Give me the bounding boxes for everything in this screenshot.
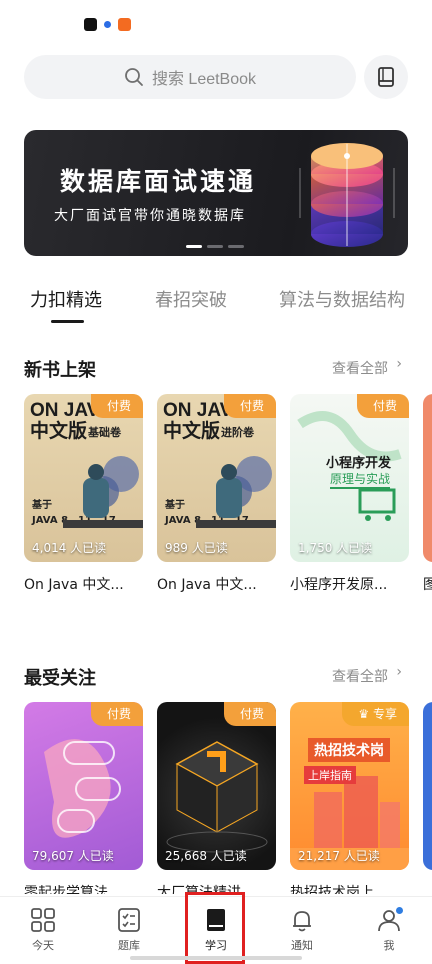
nav-notifications[interactable]: 通知 xyxy=(272,907,332,959)
tab-algorithms[interactable]: 算法与数据结构 xyxy=(279,286,405,312)
tiktok-icon xyxy=(84,18,97,31)
home-indicator xyxy=(130,956,302,960)
reader-count: 21,217 人已读 xyxy=(298,849,380,863)
reader-count: 25,668 人已读 xyxy=(165,849,247,863)
nav-profile[interactable]: 我 xyxy=(359,907,419,959)
book-title-peek[interactable]: 图 xyxy=(423,574,432,594)
app-notification-icon xyxy=(118,18,131,31)
cover-illustration xyxy=(290,776,409,870)
banner-title: 数据库面试速通 xyxy=(60,167,257,196)
nav-label: 我 xyxy=(383,939,395,952)
paid-badge: 付费 xyxy=(223,702,276,726)
banner-pagination xyxy=(186,245,244,248)
cover-tag: 进阶卷 xyxy=(221,426,254,439)
chevron-right-icon: › xyxy=(396,664,402,680)
search-placeholder: 搜索 LeetBook xyxy=(151,71,257,88)
pagination-dot xyxy=(207,245,223,248)
book-card[interactable]: 小程序开发 原理与实战 付费 1,750 人已读 xyxy=(290,394,409,562)
status-bar xyxy=(0,0,432,48)
banner-subtitle: 大厂面试官带你通晓数据库 xyxy=(54,208,246,224)
cover-illustration xyxy=(63,456,143,528)
paid-badge: 付费 xyxy=(90,702,143,726)
popular-books-row: 付费 79,607 人已读 零起步学算法 付费 25,668 人已读 大厂算法精… xyxy=(24,702,432,902)
cover-illustration xyxy=(44,739,121,838)
nav-label: 今天 xyxy=(32,939,54,952)
status-notification-icons xyxy=(84,18,131,31)
pagination-dot xyxy=(228,245,244,248)
book-card[interactable]: ON JAVA 中文版 进阶卷 基于 JAVA 8、11、17 付费 989 人… xyxy=(157,394,276,562)
paid-badge: 付费 xyxy=(356,394,409,418)
search-icon xyxy=(125,68,143,86)
book-card-peek[interactable] xyxy=(423,394,432,562)
promo-banner[interactable]: 数据库面试速通 大厂面试官带你通晓数据库 xyxy=(24,130,408,256)
cover-tag: 基础卷 xyxy=(88,426,121,439)
tab-spring-recruit[interactable]: 春招突破 xyxy=(155,286,227,312)
new-books-row: ON JAVA 中文版 基础卷 基于 JAVA 8、11、17 付费 4,014… xyxy=(24,394,432,594)
book-title[interactable]: On Java 中文... xyxy=(157,574,282,594)
book-card[interactable]: 付费 79,607 人已读 xyxy=(24,702,143,870)
book-title[interactable]: On Java 中文... xyxy=(24,574,149,594)
baidu-paw-icon xyxy=(101,18,114,31)
bookshelf-icon xyxy=(378,67,394,87)
pagination-dot xyxy=(186,245,202,248)
nav-label: 通知 xyxy=(291,939,313,952)
active-tab-indicator xyxy=(51,320,84,323)
bell-icon xyxy=(293,911,311,932)
cover-illustration xyxy=(166,741,268,853)
view-all-popular[interactable]: 查看全部 xyxy=(332,666,388,686)
exclusive-badge-label: 专享 xyxy=(372,707,397,721)
book-title[interactable]: 热招技术岗上... xyxy=(290,882,415,894)
section-title-popular: 最受关注 xyxy=(24,668,96,689)
reader-count: 989 人已读 xyxy=(165,541,228,555)
tab-featured[interactable]: 力扣精选 xyxy=(30,286,102,312)
book-title[interactable]: 小程序开发原... xyxy=(290,574,415,594)
cover-title: 热招技术岗 xyxy=(308,738,390,762)
search-bar[interactable]: 搜索 LeetBook xyxy=(24,55,356,99)
unread-dot xyxy=(396,907,403,914)
nav-today[interactable]: 今天 xyxy=(13,907,73,959)
highlight-box xyxy=(185,892,245,964)
database-illustration xyxy=(299,143,395,247)
book-title[interactable]: 零起步学算法 xyxy=(24,882,149,894)
bookshelf-button[interactable] xyxy=(364,55,408,99)
nav-label: 题库 xyxy=(118,939,140,952)
book-card[interactable]: 热招技术岗 上岸指南 ♛ 专享 21,217 人已读 xyxy=(290,702,409,870)
view-all-new-books[interactable]: 查看全部 xyxy=(332,358,388,378)
book-card[interactable]: 付费 25,668 人已读 xyxy=(157,702,276,870)
exclusive-badge: ♛ 专享 xyxy=(342,702,409,726)
reader-count: 79,607 人已读 xyxy=(32,849,114,863)
cover-tag: 上岸指南 xyxy=(304,766,356,784)
crown-icon: ♛ xyxy=(358,707,373,721)
grid-icon xyxy=(31,908,55,932)
cover-illustration xyxy=(196,456,276,528)
book-card[interactable]: ON JAVA 中文版 基础卷 基于 JAVA 8、11、17 付费 4,014… xyxy=(24,394,143,562)
chevron-right-icon: › xyxy=(396,356,402,372)
category-tabs: 力扣精选 春招突破 算法与数据结构 xyxy=(0,280,432,326)
checklist-icon xyxy=(118,908,140,932)
cover-title: 小程序开发 xyxy=(326,456,392,471)
cover-tag: 原理与实战 xyxy=(330,470,391,489)
section-title-new-books: 新书上架 xyxy=(24,360,96,381)
paid-badge: 付费 xyxy=(90,394,143,418)
paid-badge: 付费 xyxy=(223,394,276,418)
nav-problems[interactable]: 题库 xyxy=(99,907,159,959)
reader-count: 1,750 人已读 xyxy=(298,541,373,555)
reader-count: 4,014 人已读 xyxy=(32,541,107,555)
book-card-peek[interactable] xyxy=(423,702,432,870)
